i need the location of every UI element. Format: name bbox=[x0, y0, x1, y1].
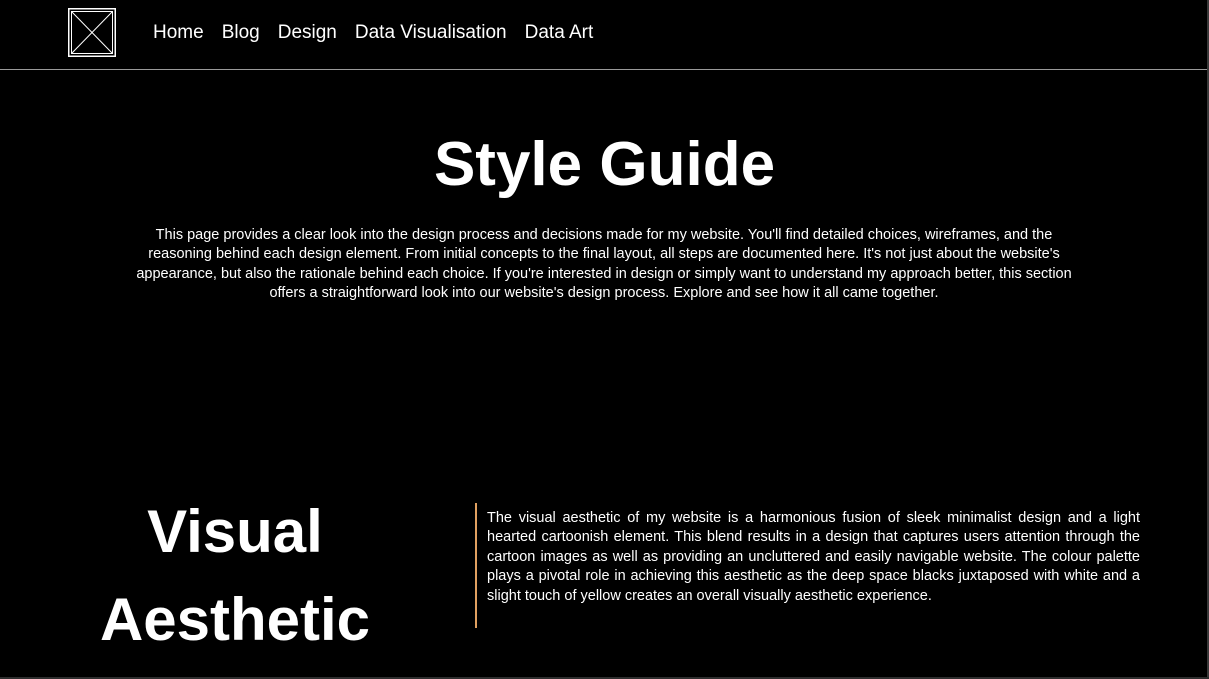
page-title: Style Guide bbox=[433, 130, 776, 199]
nav-link-data-visualisation[interactable]: Data Visualisation bbox=[355, 20, 507, 46]
section-title: Visual Aesthetic bbox=[99, 498, 371, 653]
nav-link-data-art[interactable]: Data Art bbox=[525, 20, 594, 46]
page: Home Blog Design Data Visualisation Data… bbox=[0, 0, 1209, 679]
image-placeholder-icon[interactable] bbox=[68, 8, 116, 57]
nav-links: Home Blog Design Data Visualisation Data… bbox=[153, 20, 593, 46]
nav-link-home[interactable]: Home bbox=[153, 20, 204, 46]
section-divider bbox=[475, 503, 477, 628]
nav-link-design[interactable]: Design bbox=[278, 20, 337, 46]
top-navbar: Home Blog Design Data Visualisation Data… bbox=[0, 0, 1209, 70]
section-body: The visual aesthetic of my website is a … bbox=[487, 510, 1140, 604]
nav-link-blog[interactable]: Blog bbox=[222, 20, 260, 46]
intro-paragraph: This page provides a clear look into the… bbox=[136, 227, 1072, 301]
